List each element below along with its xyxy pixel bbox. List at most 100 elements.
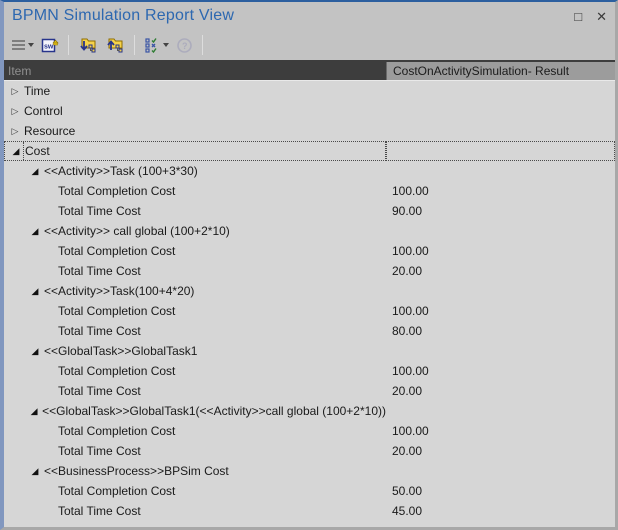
- item-cell[interactable]: Total Completion Cost: [4, 181, 386, 201]
- item-cell[interactable]: ◢<<Activity>>Task (100+3*30): [4, 161, 386, 181]
- collapse-icon[interactable]: ◢: [9, 146, 23, 157]
- item-cell[interactable]: ◢<<Activity>> call global (100+2*10): [4, 221, 386, 241]
- display-options-button[interactable]: [142, 34, 171, 56]
- tree-row[interactable]: Total Time Cost 90.00: [4, 201, 615, 221]
- collapse-icon[interactable]: ◢: [28, 226, 42, 237]
- item-cell[interactable]: ▷Control: [4, 101, 386, 121]
- tree-row[interactable]: ▷Control: [4, 101, 615, 121]
- item-cell[interactable]: ◢Cost: [4, 141, 386, 161]
- tree-row[interactable]: ◢<<Activity>>Task(100+4*20): [4, 281, 615, 301]
- simulation-report-icon: sw: [41, 37, 59, 54]
- item-label: Total Time Cost: [58, 384, 141, 398]
- tree-row[interactable]: ▷Time: [4, 81, 615, 101]
- result-cell[interactable]: [386, 281, 615, 301]
- item-label: <<Activity>>Task (100+3*30): [44, 164, 198, 178]
- tree-row[interactable]: Total Completion Cost50.00: [4, 481, 615, 501]
- tree-row[interactable]: Total Completion Cost100.00: [4, 361, 615, 381]
- item-cell[interactable]: ▷Time: [4, 81, 386, 101]
- result-value: 90.00: [392, 204, 422, 218]
- result-cell[interactable]: 20.00: [386, 261, 615, 281]
- toolbar: sw: [4, 30, 615, 60]
- result-cell[interactable]: 100.00: [386, 301, 615, 321]
- result-cell[interactable]: [386, 101, 615, 121]
- result-cell[interactable]: 45.00: [386, 501, 615, 521]
- item-label: Time: [24, 84, 50, 98]
- close-button[interactable]: ✕: [596, 10, 607, 23]
- result-cell[interactable]: 100.00: [386, 421, 615, 441]
- window-title: BPMN Simulation Report View: [12, 7, 560, 25]
- result-cell[interactable]: 90.00: [386, 201, 615, 221]
- collapse-all-button[interactable]: [103, 34, 127, 56]
- result-cell[interactable]: [386, 401, 615, 421]
- menu-button[interactable]: [10, 34, 36, 56]
- item-label: <<GlobalTask>>GlobalTask1: [44, 344, 197, 358]
- result-cell[interactable]: [386, 341, 615, 361]
- item-label: Total Completion Cost: [58, 424, 175, 438]
- collapse-icon[interactable]: ◢: [28, 166, 42, 177]
- collapse-icon[interactable]: ◢: [28, 466, 42, 477]
- tree-row[interactable]: Total Time Cost45.00: [4, 501, 615, 521]
- item-cell[interactable]: Total Time Cost: [4, 201, 386, 221]
- result-cell[interactable]: 20.00: [386, 441, 615, 461]
- tree-row[interactable]: ◢<<GlobalTask>>GlobalTask1: [4, 341, 615, 361]
- bpmn-simulation-report-window: BPMN Simulation Report View □ ✕ sw: [0, 0, 618, 530]
- tree-row[interactable]: Total Completion Cost 100.00: [4, 421, 615, 441]
- result-cell[interactable]: [386, 461, 615, 481]
- item-cell[interactable]: Total Time Cost: [4, 321, 386, 341]
- item-cell[interactable]: Total Completion Cost: [4, 481, 386, 501]
- tree-row[interactable]: ▷Resource: [4, 121, 615, 141]
- item-cell[interactable]: Total Completion Cost: [4, 361, 386, 381]
- result-cell[interactable]: [386, 141, 615, 161]
- item-label: <<Activity>>Task(100+4*20): [44, 284, 194, 298]
- column-header-item[interactable]: Item: [4, 62, 386, 80]
- maximize-button[interactable]: □: [574, 10, 582, 23]
- tree-row[interactable]: ◢<<Activity>> call global (100+2*10): [4, 221, 615, 241]
- result-cell[interactable]: [386, 81, 615, 101]
- item-cell[interactable]: Total Completion Cost: [4, 421, 386, 441]
- expand-icon[interactable]: ▷: [8, 126, 22, 137]
- collapse-icon[interactable]: ◢: [28, 286, 42, 297]
- result-value: 100.00: [392, 244, 429, 258]
- result-cell[interactable]: 100.00: [386, 361, 615, 381]
- expand-icon[interactable]: ▷: [8, 86, 22, 97]
- tree-row[interactable]: ◢Cost: [4, 141, 615, 161]
- item-cell[interactable]: Total Completion Cost: [4, 241, 386, 261]
- tree-row[interactable]: Total Completion Cost100.00: [4, 301, 615, 321]
- tree-row[interactable]: Total Completion Cost 100.00: [4, 241, 615, 261]
- tree-row[interactable]: Total Time Cost80.00: [4, 321, 615, 341]
- item-cell[interactable]: ◢<<GlobalTask>>GlobalTask1(<<Activity>>c…: [4, 401, 386, 421]
- tree-row[interactable]: ◢<<BusinessProcess>>BPSim Cost: [4, 461, 615, 481]
- expand-all-button[interactable]: [76, 34, 100, 56]
- help-button[interactable]: ?: [174, 34, 195, 56]
- item-cell[interactable]: ◢<<Activity>>Task(100+4*20): [4, 281, 386, 301]
- item-cell[interactable]: ◢<<BusinessProcess>>BPSim Cost: [4, 461, 386, 481]
- result-cell[interactable]: [386, 221, 615, 241]
- result-cell[interactable]: [386, 161, 615, 181]
- item-label: Total Time Cost: [58, 204, 141, 218]
- result-cell[interactable]: 80.00: [386, 321, 615, 341]
- tree-row[interactable]: Total Time Cost20.00: [4, 441, 615, 461]
- result-cell[interactable]: [386, 121, 615, 141]
- item-cell[interactable]: Total Time Cost: [4, 501, 386, 521]
- item-cell[interactable]: Total Time Cost: [4, 261, 386, 281]
- result-cell[interactable]: 100.00: [386, 181, 615, 201]
- item-cell[interactable]: Total Time Cost: [4, 381, 386, 401]
- item-cell[interactable]: Total Completion Cost: [4, 301, 386, 321]
- tree-row[interactable]: Total Time Cost 20.00: [4, 381, 615, 401]
- item-cell[interactable]: Total Time Cost: [4, 441, 386, 461]
- tree-row[interactable]: Total Completion Cost100.00: [4, 181, 615, 201]
- expand-icon[interactable]: ▷: [8, 106, 22, 117]
- result-cell[interactable]: 20.00: [386, 381, 615, 401]
- generate-report-button[interactable]: sw: [39, 34, 61, 56]
- item-cell[interactable]: ▷Resource: [4, 121, 386, 141]
- tree-row[interactable]: ◢<<Activity>>Task (100+3*30): [4, 161, 615, 181]
- collapse-icon[interactable]: ◢: [28, 346, 42, 357]
- result-cell[interactable]: 100.00: [386, 241, 615, 261]
- result-cell[interactable]: 50.00: [386, 481, 615, 501]
- tree-row[interactable]: Total Time Cost 20.00: [4, 261, 615, 281]
- collapse-icon[interactable]: ◢: [28, 406, 40, 417]
- result-value: 20.00: [392, 264, 422, 278]
- column-header-result[interactable]: CostOnActivitySimulation- Result: [386, 62, 615, 80]
- item-cell[interactable]: ◢<<GlobalTask>>GlobalTask1: [4, 341, 386, 361]
- tree-row[interactable]: ◢<<GlobalTask>>GlobalTask1(<<Activity>>c…: [4, 401, 615, 421]
